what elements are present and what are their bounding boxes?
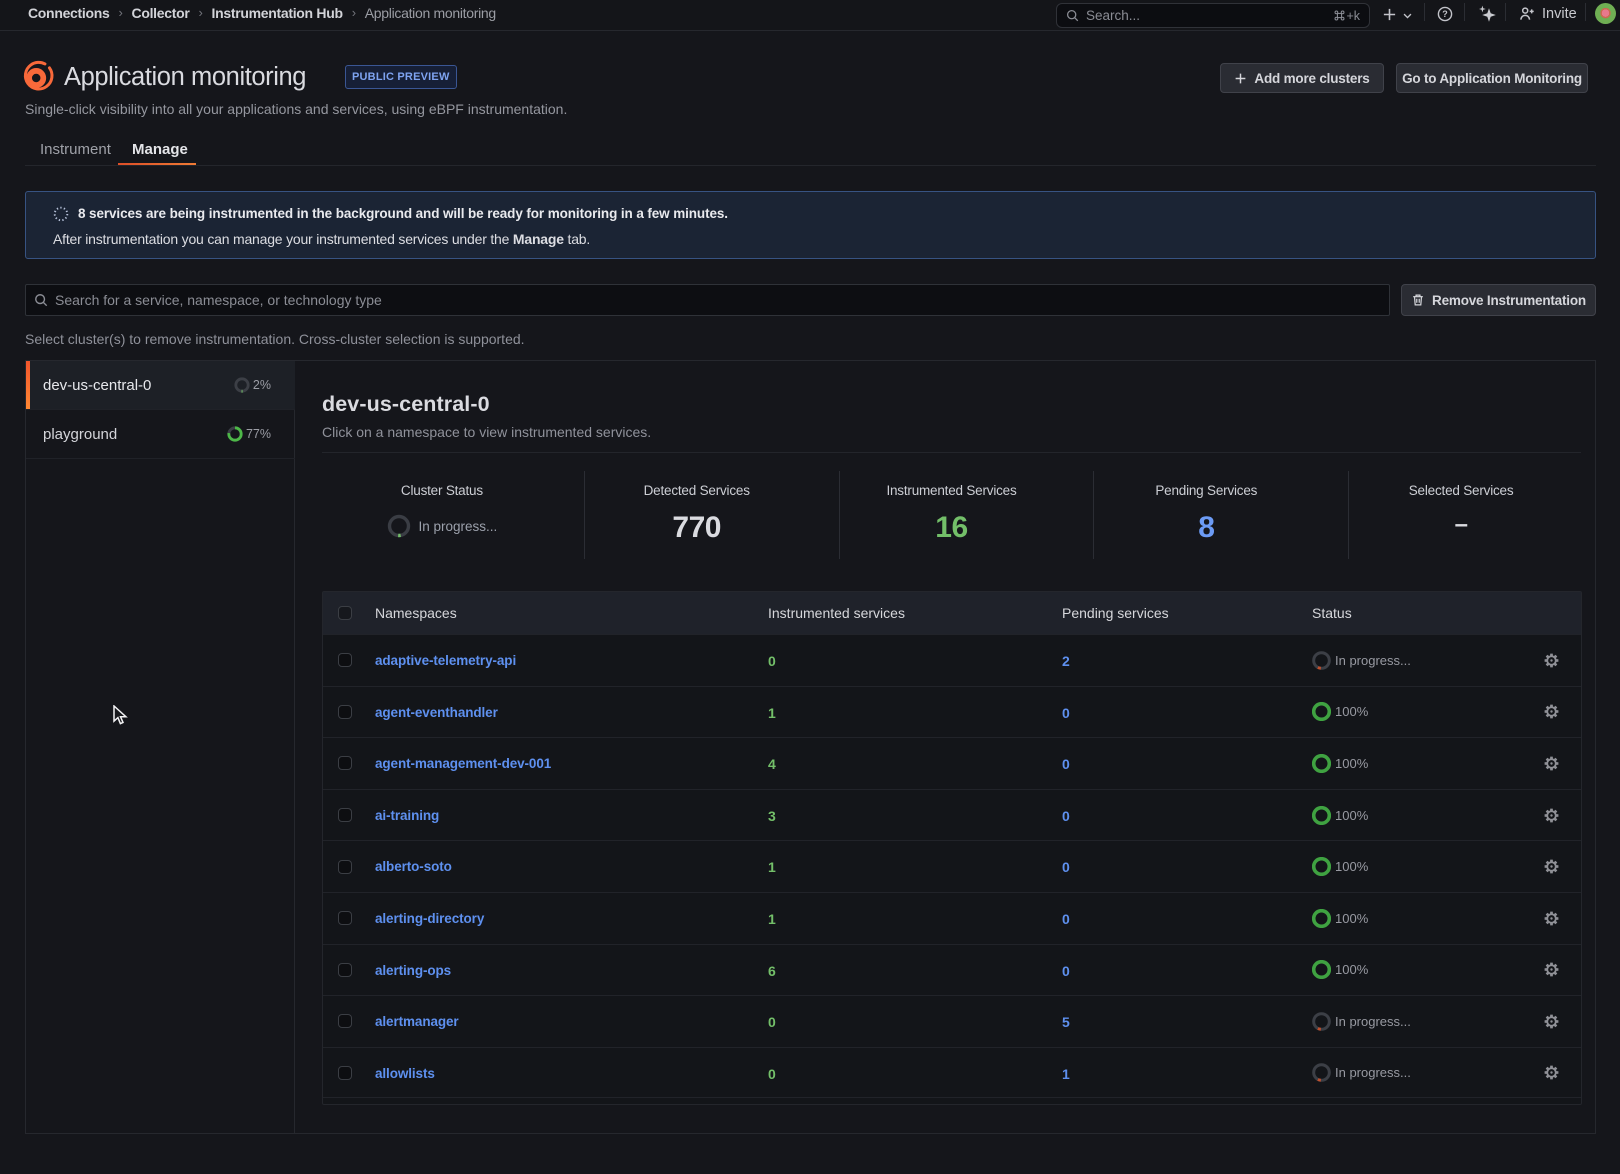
svg-text:?: ? — [1442, 9, 1448, 19]
